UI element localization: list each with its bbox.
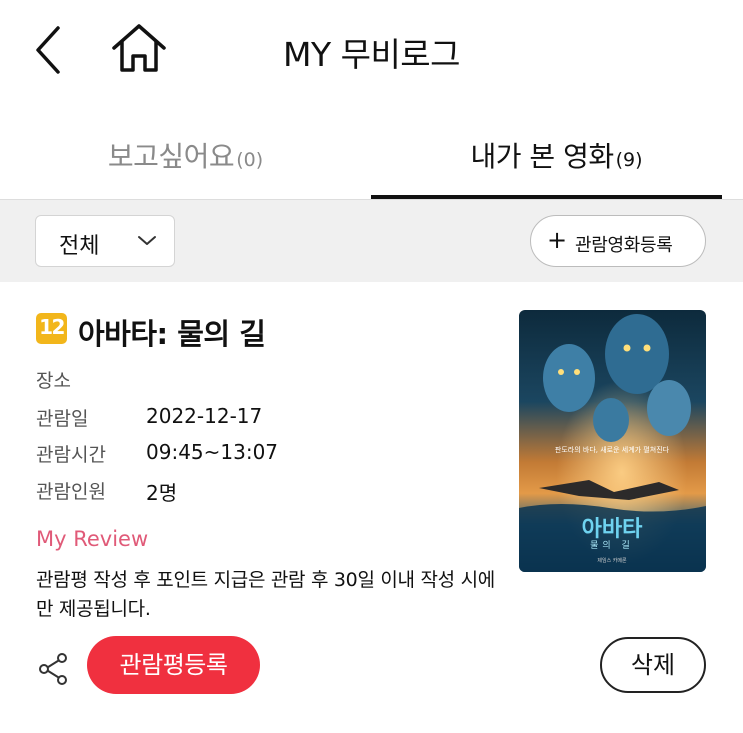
tab-count: (9) [615, 149, 643, 171]
poster-credit: 제임스 카메론 [597, 557, 627, 564]
info-label: 장소 [36, 370, 71, 392]
tab-watched-movies[interactable]: 내가 본 영화 (9) [371, 130, 742, 200]
age-rating-badge: 12 [36, 313, 67, 344]
share-icon [39, 653, 67, 685]
review-button-label: 관람평등록 [119, 651, 228, 679]
info-label: 관람시간 [36, 444, 106, 466]
tab-label: 내가 본 영화 [470, 140, 614, 173]
add-watched-movie-button[interactable]: + 관람영화등록 [530, 215, 706, 267]
review-notice-text: 관람평 작성 후 포인트 지급은 관람 후 30일 이내 작성 시에만 제공됩니… [36, 569, 495, 620]
poster-subtitle: 물의 길 [590, 540, 634, 551]
info-label: 관람일 [36, 408, 89, 430]
poster-tagline: 판도라의 바다, 새로운 세계가 펼쳐진다 [555, 445, 670, 454]
tab-want-to-watch[interactable]: 보고싶어요 (0) [0, 130, 371, 200]
movie-title: 아바타: 물의 길 [78, 317, 266, 351]
add-button-label: 관람영화등록 [575, 235, 673, 256]
filter-selected-value: 전체 [59, 234, 100, 259]
review-section-title: My Review [36, 527, 149, 551]
info-value: 2022-12-17 [146, 404, 263, 428]
write-review-button[interactable]: 관람평등록 [87, 636, 260, 694]
info-value: 2명 [146, 481, 178, 505]
delete-button[interactable]: 삭제 [600, 637, 706, 693]
poster-title: 아바타 [582, 517, 643, 542]
share-button[interactable] [36, 652, 70, 686]
movie-poster[interactable]: 판도라의 바다, 새로운 세계가 펼쳐진다 아바타 물의 길 제임스 카메론 [519, 310, 706, 572]
app-header: MY 무비로그 [0, 0, 743, 100]
page-title: MY 무비로그 [282, 35, 461, 74]
age-rating-value: 12 [39, 315, 65, 339]
tab-count: (0) [236, 149, 264, 171]
chevron-down-icon [138, 236, 156, 245]
tab-label: 보고싶어요 [107, 140, 235, 173]
info-label: 관람인원 [36, 481, 106, 503]
delete-button-label: 삭제 [630, 651, 676, 679]
filter-dropdown[interactable]: 전체 [35, 215, 175, 267]
plus-icon: + [547, 226, 568, 254]
active-tab-indicator [371, 195, 722, 199]
info-value: 09:45~13:07 [146, 440, 279, 464]
filter-bar: 전체 + 관람영화등록 [0, 200, 743, 282]
movie-card: 12 아바타: 물의 길 장소 관람일 2022-12-17 관람시간 09:4… [0, 282, 743, 733]
tab-bar: 보고싶어요 (0) 내가 본 영화 (9) [0, 130, 743, 200]
